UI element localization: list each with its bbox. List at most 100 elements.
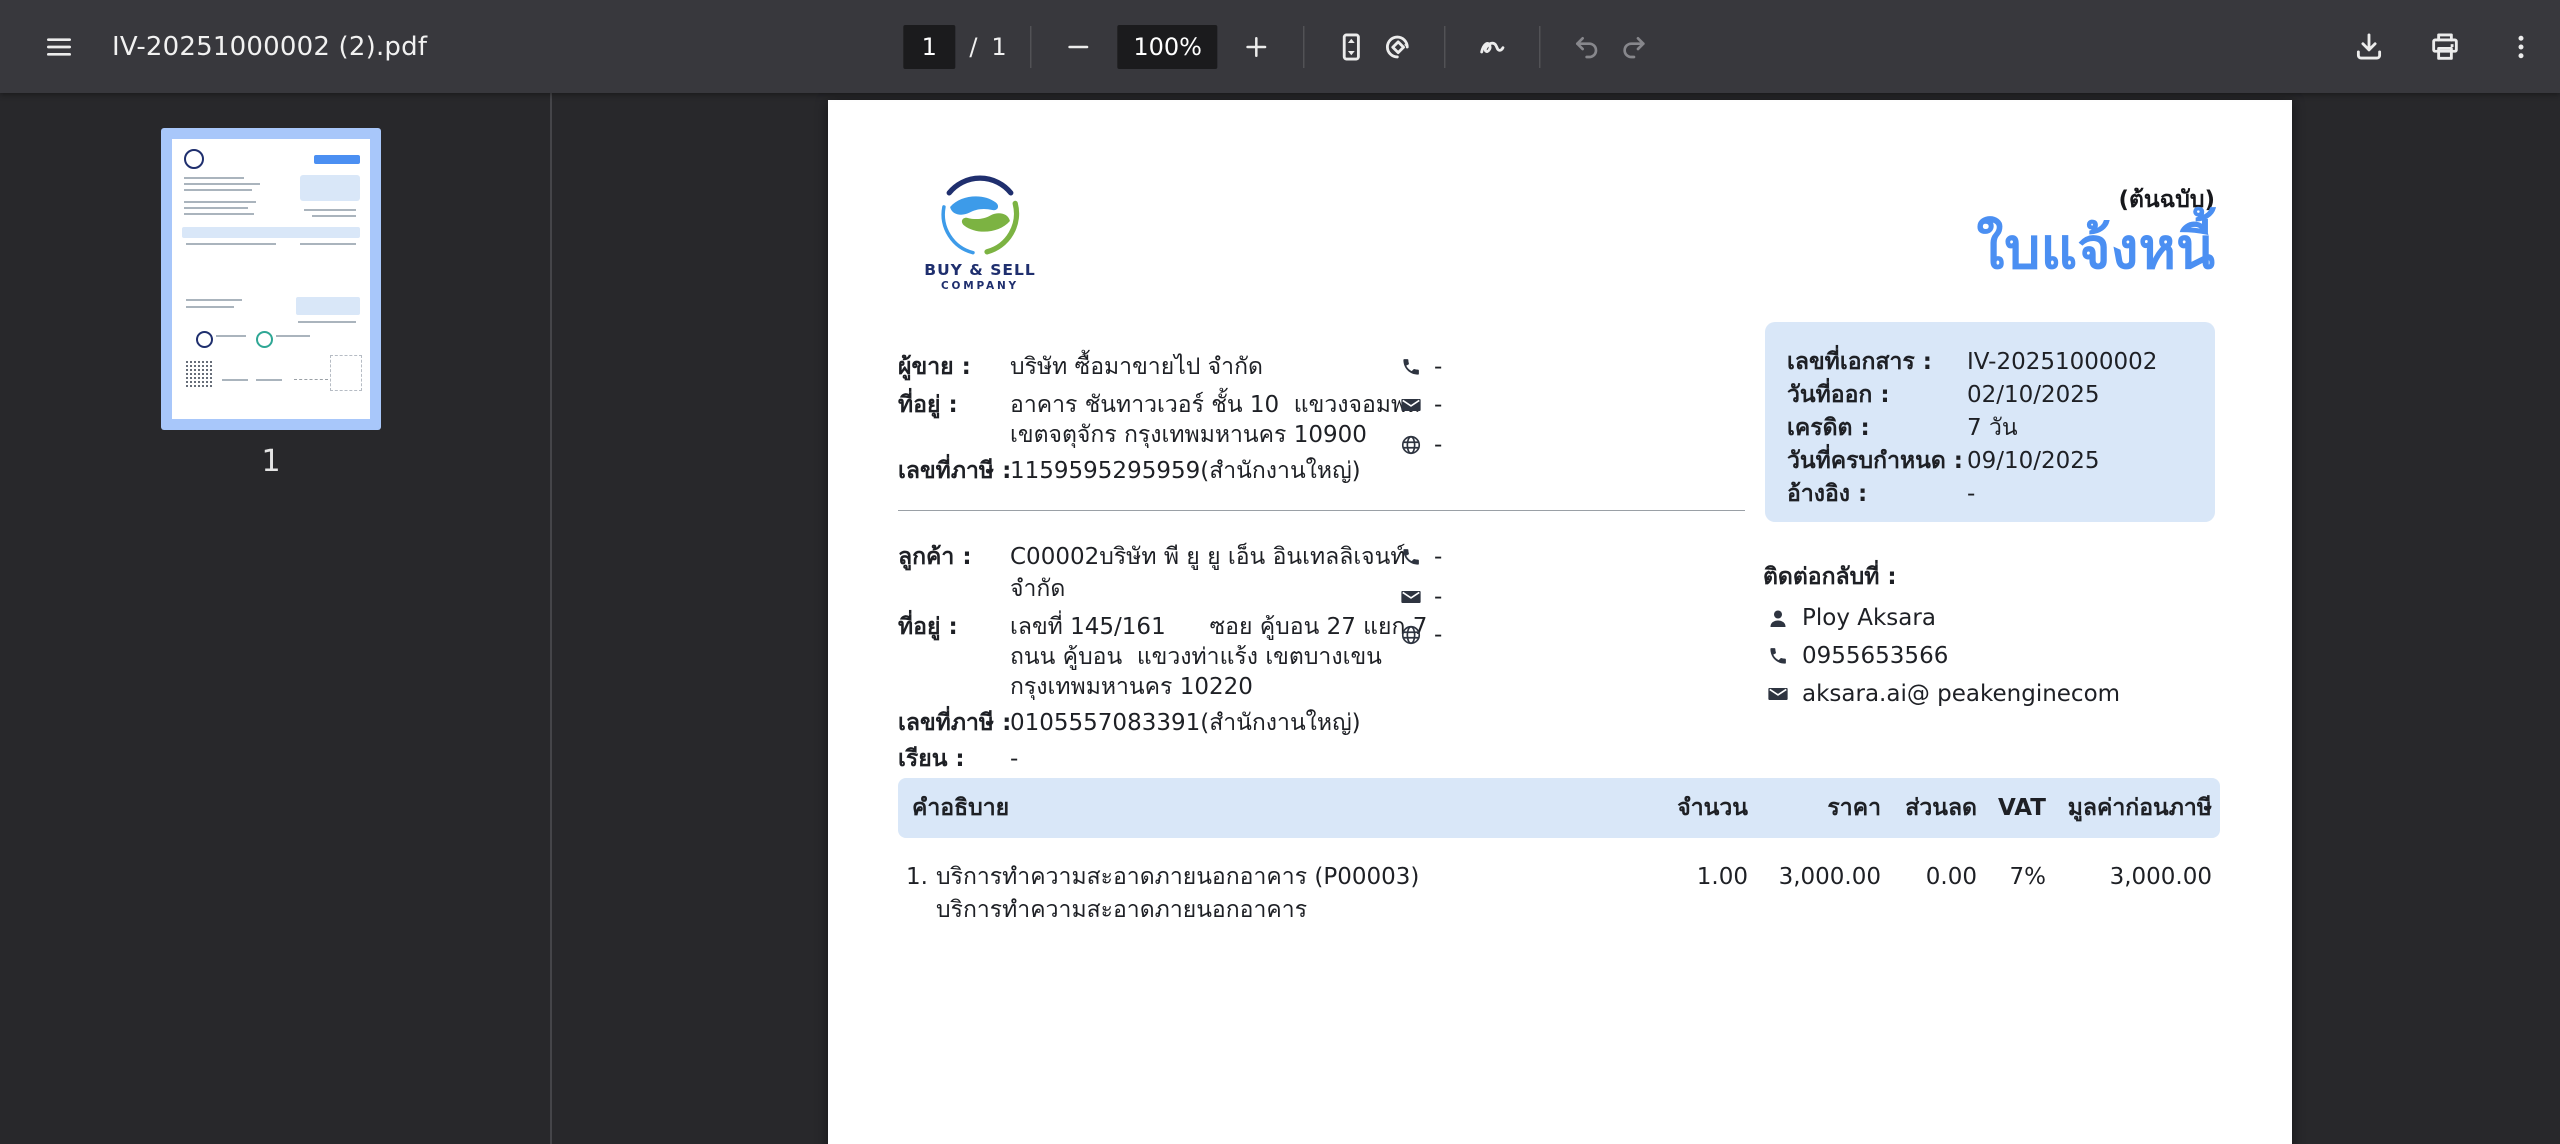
redo-icon bbox=[1618, 31, 1650, 63]
issue-date-label: วันที่ออก : bbox=[1787, 382, 1890, 408]
customer-address-line3: กรุงเทพมหานคร 10220 bbox=[1010, 674, 1253, 700]
undo-icon bbox=[1572, 31, 1604, 63]
mail-icon bbox=[1400, 394, 1422, 416]
download-icon bbox=[2352, 30, 2386, 64]
redo-button[interactable] bbox=[1611, 24, 1657, 70]
customer-phone-value: - bbox=[1434, 544, 1443, 570]
mail-icon bbox=[1400, 586, 1422, 608]
row-description: บริการทำความสะอาดภายนอกอาคาร (P00003) bbox=[936, 864, 1420, 890]
thumbnail-page-number: 1 bbox=[261, 444, 281, 479]
row-number: 1. bbox=[906, 864, 928, 890]
toolbar: IV-20251000002 (2).pdf 1 / 1 100% bbox=[0, 0, 2560, 93]
person-icon bbox=[1766, 607, 1790, 631]
seller-name: บริษัท ซื้อมาขายไป จำกัด bbox=[1010, 354, 1263, 380]
row-quantity: 1.00 bbox=[1696, 864, 1748, 890]
kebab-menu-icon bbox=[2506, 32, 2536, 62]
seller-phone-value: - bbox=[1434, 354, 1443, 380]
pdf-viewer-app: IV-20251000002 (2).pdf 1 / 1 100% 1 BUY … bbox=[0, 0, 2560, 1144]
customer-address-label: ที่อยู่ : bbox=[898, 614, 958, 640]
customer-tax-label: เลขที่ภาษี : bbox=[898, 710, 1012, 736]
col-vat: VAT bbox=[1998, 795, 2046, 821]
seller-tax-value: 1159595295959(สำนักงานใหญ่) bbox=[1010, 458, 1361, 484]
table-row: 1. บริการทำความสะอาดภายนอกอาคาร (P00003)… bbox=[898, 850, 2220, 940]
minus-icon bbox=[1064, 32, 1094, 62]
customer-attn-value: - bbox=[1010, 746, 1019, 772]
company-logo: BUY & SELL COMPANY bbox=[912, 170, 1048, 292]
download-button[interactable] bbox=[2346, 24, 2392, 70]
logo-hands-icon bbox=[936, 170, 1024, 258]
row-sub-description: บริการทำความสะอาดภายนอกอาคาร bbox=[936, 897, 1308, 923]
contact-email: aksara.ai@ peakenginecom bbox=[1802, 681, 2121, 707]
more-options-button[interactable] bbox=[2498, 24, 2544, 70]
ref-value: - bbox=[1967, 481, 1976, 507]
customer-email-value: - bbox=[1434, 584, 1443, 610]
mail-icon bbox=[1767, 683, 1789, 705]
row-price: 3,000.00 bbox=[1778, 864, 1881, 890]
customer-address-line1: เลขที่ 145/161 ซอย คู้บอน 27 แยก 7 bbox=[1010, 614, 1428, 640]
row-vat: 7% bbox=[2009, 864, 2047, 890]
logo-text-line2: COMPANY bbox=[941, 280, 1019, 292]
thumbnail-preview bbox=[172, 139, 370, 419]
rotate-icon bbox=[1381, 30, 1415, 64]
globe-icon bbox=[1400, 624, 1422, 646]
ink-pen-icon bbox=[1476, 30, 1510, 64]
customer-address-line2: ถนน คู้บอน แขวงท่าแร้ง เขตบางเขน bbox=[1010, 644, 1382, 670]
seller-address-line2: เขตจตุจักร กรุงเทพมหานคร 10900 bbox=[1010, 422, 1367, 448]
document-viewer: BUY & SELL COMPANY (ต้นฉบับ) ใบแจ้งหนี้ … bbox=[552, 93, 2560, 1144]
row-pretax: 3,000.00 bbox=[2109, 864, 2212, 890]
section-divider bbox=[898, 510, 1745, 511]
annotate-button[interactable] bbox=[1470, 24, 1516, 70]
print-icon bbox=[2428, 30, 2462, 64]
zoom-in-button[interactable] bbox=[1234, 24, 1280, 70]
row-discount: 0.00 bbox=[1925, 864, 1977, 890]
contact-heading: ติดต่อกลับที่ : bbox=[1763, 564, 1897, 590]
contact-phone: 0955653566 bbox=[1802, 643, 1949, 669]
seller-label: ผู้ขาย : bbox=[898, 354, 971, 380]
customer-tax-value: 0105557083391(สำนักงานใหญ่) bbox=[1010, 710, 1361, 736]
hamburger-icon bbox=[43, 31, 75, 63]
globe-icon bbox=[1400, 434, 1422, 456]
due-date-label: วันที่ครบกำหนด : bbox=[1787, 448, 1964, 474]
customer-name-line1: C00002บริษัท พี ยู ยู เอ็น อินเทลลิเจนท์ bbox=[1010, 544, 1406, 570]
invoice-title: ใบแจ้งหนี้ bbox=[1976, 216, 2215, 282]
col-pretax: มูลค่าก่อนภาษี bbox=[2067, 795, 2212, 821]
items-table-header: คำอธิบาย จำนวน ราคา ส่วนลด VAT มูลค่าก่อ… bbox=[898, 778, 2220, 838]
phone-icon bbox=[1400, 356, 1422, 378]
zoom-out-button[interactable] bbox=[1056, 24, 1102, 70]
phone-icon bbox=[1767, 645, 1789, 667]
seller-address-label: ที่อยู่ : bbox=[898, 392, 958, 418]
logo-text-line1: BUY & SELL bbox=[924, 261, 1036, 279]
copy-type-label: (ต้นฉบับ) bbox=[2118, 187, 2215, 213]
zoom-level-input[interactable]: 100% bbox=[1117, 24, 1218, 69]
page-separator: / bbox=[969, 32, 978, 61]
customer-name-line2: จำกัด bbox=[1010, 576, 1066, 602]
phone-icon bbox=[1400, 546, 1422, 568]
rotate-button[interactable] bbox=[1375, 24, 1421, 70]
fit-page-button[interactable] bbox=[1329, 24, 1375, 70]
pdf-page: BUY & SELL COMPANY (ต้นฉบับ) ใบแจ้งหนี้ … bbox=[828, 100, 2292, 1144]
toolbar-divider bbox=[1444, 25, 1446, 68]
customer-attn-label: เรียน : bbox=[898, 746, 965, 772]
page-number-input[interactable]: 1 bbox=[903, 24, 956, 69]
col-quantity: จำนวน bbox=[1677, 795, 1748, 821]
toolbar-divider bbox=[1030, 25, 1032, 68]
plus-icon bbox=[1242, 32, 1272, 62]
credit-label: เครดิต : bbox=[1787, 415, 1870, 441]
print-button[interactable] bbox=[2422, 24, 2468, 70]
toolbar-divider bbox=[1303, 25, 1305, 68]
doc-no-value: IV-20251000002 bbox=[1967, 349, 2158, 375]
customer-website-value: - bbox=[1434, 622, 1443, 648]
seller-tax-label: เลขที่ภาษี : bbox=[898, 458, 1012, 484]
customer-label: ลูกค้า : bbox=[898, 544, 972, 570]
page-count: 1 bbox=[991, 32, 1007, 61]
page-thumbnail[interactable] bbox=[161, 128, 381, 430]
fit-page-icon bbox=[1335, 30, 1369, 64]
thumbnail-sidebar: 1 bbox=[0, 93, 552, 1144]
undo-button[interactable] bbox=[1565, 24, 1611, 70]
due-date-value: 09/10/2025 bbox=[1967, 448, 2100, 474]
col-discount: ส่วนลด bbox=[1905, 795, 1977, 821]
seller-address-line1: อาคาร ชันทาวเวอร์ ชั้น 10 แขวงจอมพล bbox=[1010, 392, 1421, 418]
col-price: ราคา bbox=[1827, 795, 1881, 821]
seller-email-value: - bbox=[1434, 392, 1443, 418]
menu-button[interactable] bbox=[36, 24, 82, 70]
